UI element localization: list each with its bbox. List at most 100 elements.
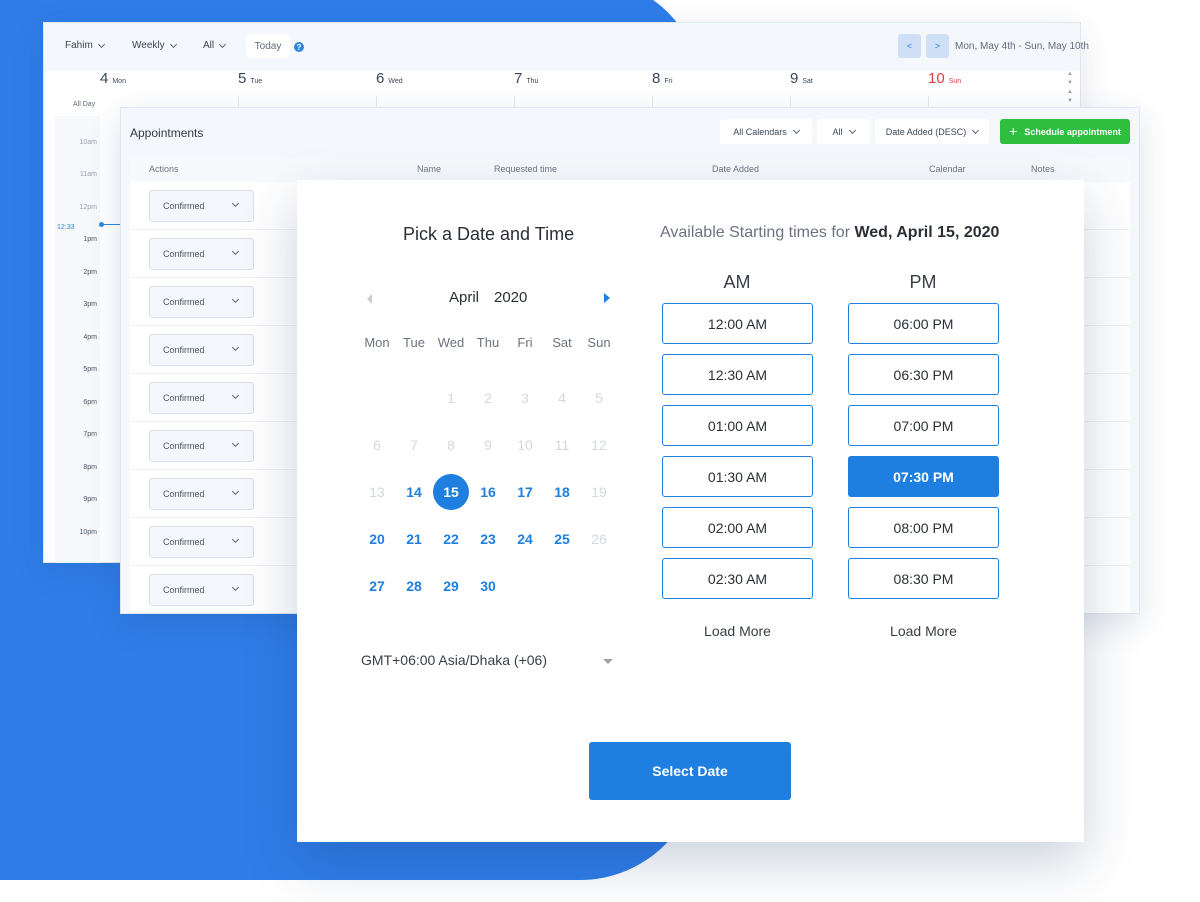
help-icon[interactable]: ? [294, 42, 304, 52]
status-select[interactable]: Confirmed [149, 334, 254, 366]
status-select-label: Confirmed [163, 537, 205, 547]
chevron-down-icon [219, 40, 227, 48]
calendar-day[interactable]: 30 [470, 568, 506, 604]
day-column-header[interactable]: 9 Sat [790, 70, 813, 96]
time-slot-button[interactable]: 07:00 PM [848, 405, 999, 446]
caret-down-icon[interactable] [603, 659, 613, 664]
calendar-day-disabled: 3 [521, 390, 529, 406]
calendar-day-disabled: 8 [447, 437, 455, 453]
calendar-day[interactable]: 17 [507, 474, 543, 510]
calendar-day-disabled: 10 [517, 437, 533, 453]
time-slot-button[interactable]: 01:30 AM [662, 456, 813, 497]
calendar-day[interactable]: 27 [359, 568, 395, 604]
day-name: Tue [250, 78, 263, 85]
pm-load-more-link[interactable]: Load More [848, 623, 999, 639]
day-column-header[interactable]: 4 Mon [100, 70, 126, 96]
time-slot-button[interactable]: 08:30 PM [848, 558, 999, 599]
calendar-day[interactable]: 23 [470, 521, 506, 557]
calendar-day[interactable]: 29 [433, 568, 469, 604]
calendar-day-disabled: 6 [373, 437, 381, 453]
month-label: April [449, 289, 480, 306]
calendar-day[interactable]: 21 [396, 521, 432, 557]
year-label: 2020 [494, 289, 528, 306]
time-slot-button[interactable]: 08:00 PM [848, 507, 999, 548]
status-select[interactable]: Confirmed [149, 382, 254, 414]
status-select[interactable]: Confirmed [149, 478, 254, 510]
time-label: 3pm [83, 301, 97, 308]
status-select[interactable]: Confirmed [149, 574, 254, 606]
day-column-header[interactable]: 7 Thu [514, 70, 538, 96]
time-label: 11am [80, 171, 97, 178]
status-select[interactable]: Confirmed [149, 190, 254, 222]
chevron-down-icon [231, 439, 240, 448]
time-label: 12pm [79, 204, 97, 211]
weekday-label: Sat [552, 335, 572, 350]
calendar-day-disabled: 5 [595, 390, 603, 406]
today-button[interactable]: Today [246, 34, 290, 58]
chevron-down-icon [792, 126, 800, 134]
calendar-day[interactable]: 18 [544, 474, 580, 510]
calendar-day[interactable]: 20 [359, 521, 395, 557]
column-header-calendar: Calendar [929, 164, 966, 174]
schedule-appointment-button[interactable]: + Schedule appointment [1000, 119, 1130, 144]
current-time-label: 12:33 [57, 224, 75, 231]
user-dropdown[interactable]: Fahim [65, 40, 105, 51]
timezone-select[interactable]: GMT+06:00 Asia/Dhaka (+06) [361, 652, 547, 668]
day-column-header[interactable]: 6 Wed [376, 70, 403, 96]
day-number: 9 [790, 70, 799, 87]
time-slot-button[interactable]: 12:30 AM [662, 354, 813, 395]
prev-month-icon[interactable] [367, 294, 372, 304]
picker-title: Pick a Date and Time [403, 224, 575, 244]
day-name: Wed [388, 78, 403, 85]
am-load-more-link[interactable]: Load More [662, 623, 813, 639]
next-week-button[interactable]: > [926, 34, 949, 58]
sort-label: Date Added (DESC) [885, 126, 967, 137]
day-number: 7 [514, 70, 523, 87]
day-name: Mon [112, 78, 126, 85]
status-select[interactable]: Confirmed [149, 526, 254, 558]
calendar-day[interactable]: 22 [433, 521, 469, 557]
status-filter-label: All [832, 126, 843, 137]
time-slot-button[interactable]: 06:00 PM [848, 303, 999, 344]
status-select[interactable]: Confirmed [149, 430, 254, 462]
day-column-header[interactable]: 8 Fri [652, 70, 673, 96]
next-month-icon[interactable] [604, 293, 610, 303]
time-label: 10pm [79, 529, 97, 536]
time-slot-button[interactable]: 02:00 AM [662, 507, 813, 548]
column-header-name: Name [417, 164, 442, 174]
calendar-day[interactable]: 25 [544, 521, 580, 557]
date-range-label: Mon, May 4th - Sun, May 10th [955, 41, 1089, 52]
calendar-day[interactable]: 24 [507, 521, 543, 557]
calendar-day-selected[interactable]: 15 [433, 474, 469, 510]
time-rail: 10am 11am 12pm 1pm 2pm 3pm 4pm 5pm 6pm 7… [55, 116, 100, 563]
calendar-day-disabled: 9 [484, 437, 492, 453]
pm-column-heading: PM [909, 272, 937, 292]
time-slot-button-selected[interactable]: 07:30 PM [848, 456, 999, 497]
calendar-day-disabled: 4 [558, 390, 566, 406]
status-select-label: Confirmed [163, 297, 205, 307]
day-column-header[interactable]: 5 Tue [238, 70, 262, 96]
header-scrollbar[interactable]: ▲ ▼ ▲ ▼ [1065, 70, 1075, 110]
weekday-label: Sun [587, 335, 611, 350]
calendar-day[interactable]: 16 [470, 474, 506, 510]
time-slot-button[interactable]: 06:30 PM [848, 354, 999, 395]
filter-dropdown-label: All [203, 40, 215, 51]
prev-week-button[interactable]: < [898, 34, 921, 58]
status-select[interactable]: Confirmed [149, 286, 254, 318]
calendars-filter-dropdown[interactable]: All Calendars [720, 119, 812, 144]
status-filter-dropdown[interactable]: All [817, 119, 870, 144]
day-number: 4 [100, 70, 109, 87]
time-slot-button[interactable]: 02:30 AM [662, 558, 813, 599]
calendar-day[interactable]: 14 [396, 474, 432, 510]
time-slot-button[interactable]: 01:00 AM [662, 405, 813, 446]
view-dropdown[interactable]: Weekly [132, 40, 177, 51]
weekday-label: Fri [517, 335, 533, 350]
day-column-header[interactable]: 10 Sun [928, 70, 961, 96]
weekday-label: Mon [364, 335, 390, 350]
sort-dropdown[interactable]: Date Added (DESC) [875, 119, 989, 144]
filter-dropdown[interactable]: All [203, 40, 227, 51]
calendar-day[interactable]: 28 [396, 568, 432, 604]
time-slot-button[interactable]: 12:00 AM [662, 303, 813, 344]
status-select[interactable]: Confirmed [149, 238, 254, 270]
select-date-button[interactable]: Select Date [589, 742, 791, 800]
